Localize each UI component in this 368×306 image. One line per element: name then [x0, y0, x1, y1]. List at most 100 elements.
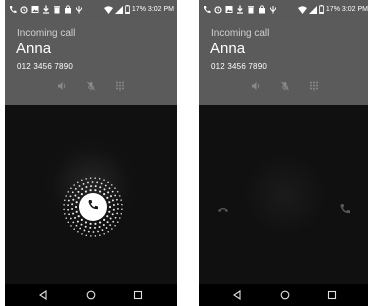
pulse-dot: [80, 218, 83, 221]
pulse-dot: [75, 224, 78, 227]
pulse-dot: [77, 181, 79, 184]
pulse-dot: [116, 203, 119, 206]
pulse-dot: [74, 205, 78, 209]
status-bar: 17% 3:02 PM: [199, 0, 368, 19]
call-status: Incoming call: [211, 28, 270, 39]
pulse-dot: [75, 210, 78, 213]
home-icon[interactable]: [86, 290, 96, 300]
battery-percent: 17%: [325, 6, 340, 13]
pulse-dot: [90, 235, 92, 237]
status-right: 17% 3:02 PM: [297, 5, 368, 15]
download-icon: [236, 5, 244, 14]
pulse-dot: [81, 233, 83, 235]
speaker-icon[interactable]: [251, 81, 261, 91]
pulse-dot: [103, 218, 106, 221]
drag-glow: [235, 145, 335, 245]
call-status: Incoming call: [17, 28, 76, 39]
pulse-dot: [114, 216, 117, 219]
pulse-dot: [101, 229, 104, 232]
pulse-dot: [74, 187, 77, 190]
pulse-dot: [94, 177, 96, 179]
pulse-dot: [89, 177, 92, 179]
pulse-dot: [120, 199, 122, 201]
clock: 3:02 PM: [341, 6, 368, 13]
pulse-dot: [85, 186, 88, 189]
pulse-dot: [68, 213, 70, 216]
pulse-dot: [89, 226, 92, 229]
pulse-dot: [114, 187, 116, 189]
nav-bar: [5, 284, 177, 306]
bag-icon: [258, 5, 266, 14]
status-right: 17% 3:02 PM: [103, 5, 174, 15]
recents-icon[interactable]: [327, 290, 337, 300]
speaker-icon[interactable]: [57, 81, 67, 91]
pulse-dot: [77, 190, 80, 193]
trash-icon: [53, 5, 61, 14]
pulse-dot: [76, 220, 79, 223]
pulse-dot: [105, 227, 108, 229]
pulse-dot: [74, 194, 77, 197]
mute-icon[interactable]: [280, 81, 290, 91]
pulse-dot: [116, 198, 118, 201]
accept-icon[interactable]: [339, 202, 351, 214]
caller-name: Anna: [210, 40, 246, 57]
pulse-dot: [119, 195, 121, 197]
call-header: Incoming call Anna 012 3456 7890: [199, 19, 368, 105]
pulse-dot: [72, 198, 75, 201]
pulse-dot: [121, 208, 123, 210]
pulse-dot: [77, 196, 80, 199]
battery-icon: [319, 1, 324, 19]
pulse-dot: [97, 230, 99, 233]
pulse-dot: [107, 181, 109, 183]
decline-icon[interactable]: [217, 202, 229, 214]
pulse-dot: [90, 185, 93, 188]
pulse-dot: [112, 204, 115, 207]
answer-button[interactable]: [79, 193, 107, 221]
dialpad-icon[interactable]: [115, 81, 125, 91]
wifi-icon: [297, 1, 307, 19]
call-header: Incoming call Anna 012 3456 7890: [5, 19, 177, 105]
clock: 3:02 PM: [147, 6, 174, 13]
battery-icon: [125, 1, 130, 19]
pulse-dot: [103, 188, 106, 191]
pulse-dot: [77, 215, 80, 218]
pulse-dot: [114, 225, 116, 227]
pulse-dot: [67, 199, 70, 202]
pulse-dot: [67, 191, 69, 193]
pulse-dot: [65, 217, 67, 219]
pulse-dot: [99, 234, 101, 236]
pulse-dot: [114, 194, 117, 197]
home-icon[interactable]: [280, 290, 290, 300]
dialpad-icon[interactable]: [309, 81, 319, 91]
pulse-dot: [64, 199, 66, 202]
signal-icon: [114, 1, 123, 19]
pulse-dot: [103, 193, 106, 196]
recents-icon[interactable]: [133, 290, 143, 300]
pulse-dot: [80, 223, 83, 226]
pulse-dot: [102, 223, 105, 226]
pulse-dot: [85, 178, 87, 180]
pulse-dot: [112, 220, 115, 223]
mute-icon[interactable]: [86, 81, 96, 91]
pulse-dot: [99, 186, 102, 189]
pulse-dot: [96, 181, 99, 184]
pulse-dot: [87, 230, 90, 233]
pulse-dot: [117, 221, 119, 223]
pulse-dot: [119, 217, 121, 219]
pulse-dot: [111, 228, 113, 230]
pulse-dot: [116, 212, 119, 215]
pulse-dot: [64, 213, 66, 215]
bag-icon: [64, 5, 72, 14]
battery-percent: 17%: [131, 6, 146, 13]
pulse-dot: [94, 185, 97, 188]
back-icon[interactable]: [232, 290, 242, 300]
pulse-dot: [94, 235, 97, 237]
pulse-dot: [98, 225, 101, 228]
back-icon[interactable]: [38, 290, 48, 300]
pulse-dot: [67, 204, 69, 207]
pulse-dot: [73, 228, 75, 230]
pulse-dot: [70, 225, 72, 227]
pulse-dot: [71, 203, 74, 206]
pulse-dot: [103, 233, 105, 235]
pulse-dot: [116, 191, 119, 193]
